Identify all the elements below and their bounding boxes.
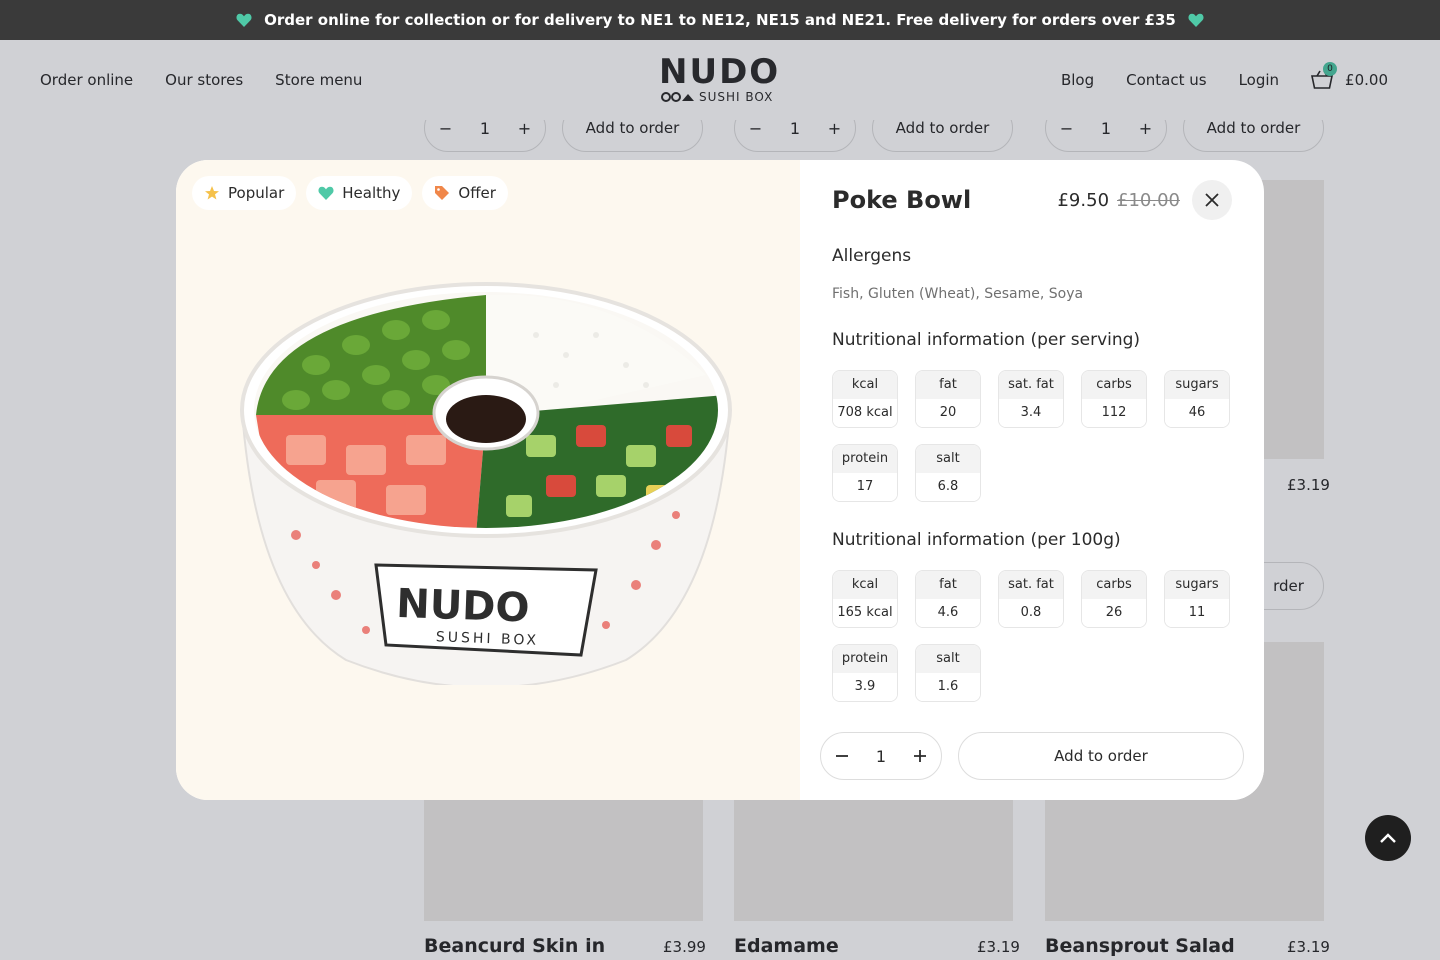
- original-price: £10.00: [1117, 189, 1180, 211]
- nutrition-cell: sugars 46: [1164, 370, 1230, 428]
- nutrition-cell: fat 4.6: [915, 570, 981, 628]
- close-icon: [1205, 193, 1219, 207]
- heart-icon: [318, 186, 334, 200]
- quantity-value: 1: [875, 746, 887, 766]
- nutrition-cell: salt 1.6: [915, 644, 981, 702]
- scroll-to-top-button[interactable]: [1365, 815, 1411, 861]
- product-details-scroll[interactable]: Poke Bowl £9.50 £10.00 Allergens Fish, G…: [800, 160, 1264, 712]
- nutrition-cell: kcal 708 kcal: [832, 370, 898, 428]
- heart-icon: [236, 13, 252, 27]
- heart-icon: [1188, 13, 1204, 27]
- nutrition-cell: sugars 11: [1164, 570, 1230, 628]
- chevron-up-icon: [1380, 833, 1396, 843]
- tag-healthy: Healthy: [306, 176, 413, 210]
- nutrition-cell: protein 3.9: [832, 644, 898, 702]
- nutrition-100g-grid: kcal 165 kcal fat 4.6 sat. fat 0.8 carbs 26 …: [832, 570, 1232, 702]
- plus-icon[interactable]: [913, 749, 927, 763]
- nutrition-cell: salt 6.8: [915, 444, 981, 502]
- current-price: £9.50: [1057, 189, 1110, 211]
- bowl-logo-text: NUDO: [396, 581, 531, 632]
- star-icon: [205, 186, 219, 200]
- nutrition-cell: kcal 165 kcal: [832, 570, 898, 628]
- close-button[interactable]: [1192, 180, 1232, 220]
- product-image-panel: Popular Healthy Offer NUDO SUSHI BOX: [176, 160, 800, 800]
- nutrition-serving-grid: kcal 708 kcal fat 20 sat. fat 3.4 carbs 112 …: [832, 370, 1232, 502]
- nutrition-serving-heading: Nutritional information (per serving): [832, 330, 1141, 350]
- nutrition-cell: protein 17: [832, 444, 898, 502]
- nutrition-100g-heading: Nutritional information (per 100g): [832, 530, 1121, 550]
- nutrition-cell: sat. fat 3.4: [998, 370, 1064, 428]
- nutrition-cell: fat 20: [915, 370, 981, 428]
- allergens-heading: Allergens: [832, 246, 912, 266]
- tag-popular: Popular: [192, 176, 297, 210]
- allergens-list: Fish, Gluten (Wheat), Sesame, Soya: [832, 286, 1084, 302]
- product-tags: Popular Healthy Offer: [192, 176, 508, 210]
- tag-icon: [435, 186, 450, 200]
- poke-bowl-image: NUDO SUSHI BOX: [240, 282, 732, 685]
- quantity-stepper[interactable]: 1: [820, 732, 942, 780]
- product-details-panel: Poke Bowl £9.50 £10.00 Allergens Fish, G…: [800, 160, 1264, 800]
- product-modal: Popular Healthy Offer NUDO SUSHI BOX Pok…: [176, 160, 1264, 800]
- nutrition-cell: carbs 112: [1081, 370, 1147, 428]
- modal-footer: 1 Add to order: [800, 712, 1264, 800]
- nutrition-cell: sat. fat 0.8: [998, 570, 1064, 628]
- banner-text: Order online for collection or for deliv…: [264, 11, 1176, 29]
- product-title: Poke Bowl: [832, 186, 972, 214]
- minus-icon[interactable]: [835, 749, 849, 763]
- add-to-order-button[interactable]: Add to order: [958, 732, 1244, 780]
- nutrition-cell: carbs 26: [1081, 570, 1147, 628]
- tag-offer: Offer: [422, 176, 508, 210]
- promo-banner: Order online for collection or for deliv…: [0, 0, 1440, 40]
